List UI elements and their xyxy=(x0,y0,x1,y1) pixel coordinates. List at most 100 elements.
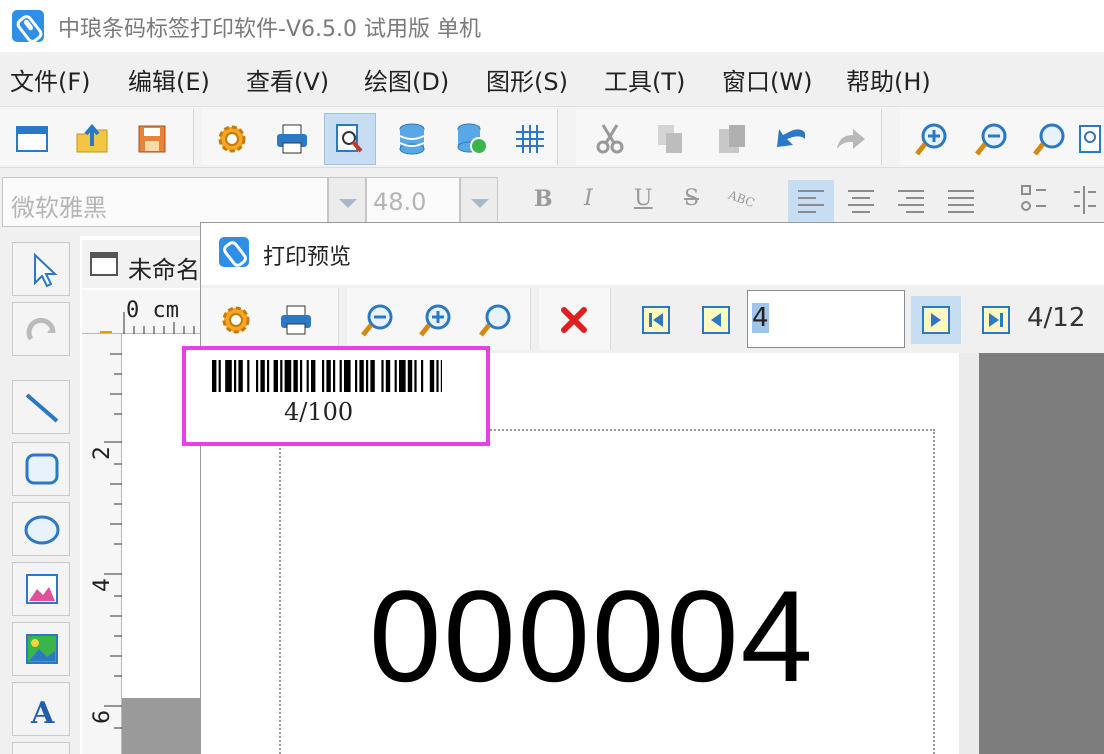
barcode-bar xyxy=(339,360,342,392)
barcode-bar xyxy=(284,360,292,392)
barcode-bar xyxy=(311,360,316,392)
cut-icon[interactable] xyxy=(584,113,636,165)
barcode-bar xyxy=(300,360,303,392)
zoom-out-icon[interactable] xyxy=(966,113,1018,165)
more-tools-icon[interactable] xyxy=(12,742,70,754)
barcode-bar xyxy=(267,360,270,392)
undo-icon[interactable] xyxy=(766,113,818,165)
print-preview-icon[interactable] xyxy=(324,113,376,165)
ellipse-tool-icon[interactable] xyxy=(12,502,70,556)
rotate-tool-icon[interactable] xyxy=(12,302,70,356)
bold-button[interactable]: B xyxy=(534,186,553,212)
last-page-icon[interactable] xyxy=(971,296,1021,344)
more-icon[interactable] xyxy=(1076,113,1104,165)
print-settings-icon[interactable] xyxy=(211,296,261,344)
barcode-bar xyxy=(366,360,369,392)
barcode-bar xyxy=(355,360,358,392)
document-tab[interactable]: 未命名 xyxy=(82,240,212,288)
font-size-dropdown-button[interactable] xyxy=(460,177,498,227)
previous-page-icon[interactable] xyxy=(691,296,741,344)
copy-icon[interactable] xyxy=(644,113,696,165)
line-tool-icon[interactable] xyxy=(12,380,70,434)
close-icon[interactable] xyxy=(549,296,599,344)
distribute-horizontal-icon[interactable] xyxy=(1012,180,1058,224)
barcode-bar xyxy=(326,360,331,392)
menu-file[interactable]: 文件(F) xyxy=(10,62,91,97)
next-page-icon[interactable] xyxy=(911,296,961,344)
strikethrough-button[interactable]: S xyxy=(684,186,699,211)
select-pointer-icon[interactable] xyxy=(12,242,70,296)
char-spacing-button[interactable]: ABC xyxy=(726,188,756,210)
paste-icon[interactable] xyxy=(706,113,758,165)
preview-background xyxy=(979,353,1104,754)
print-icon[interactable] xyxy=(271,296,321,344)
open-icon[interactable] xyxy=(66,113,118,165)
zoom-fit-icon[interactable] xyxy=(1024,113,1076,165)
zoom-out-icon[interactable] xyxy=(353,296,403,344)
toolbar-group-edit xyxy=(576,109,882,165)
page-number-value: 4 xyxy=(752,303,769,333)
underline-button[interactable]: U xyxy=(634,186,653,211)
svg-text:A: A xyxy=(30,696,55,731)
italic-button[interactable]: I xyxy=(584,186,593,211)
align-right-button[interactable] xyxy=(888,180,934,224)
rounded-rect-tool-icon[interactable] xyxy=(12,442,70,496)
main-toolbar xyxy=(0,106,1104,168)
barcode-bar xyxy=(385,360,391,392)
save-icon[interactable] xyxy=(126,113,178,165)
preview-title: 打印预览 xyxy=(263,245,352,270)
chevron-down-icon xyxy=(339,199,357,208)
barcode-bar xyxy=(280,360,283,392)
toolbar-group-file xyxy=(0,109,194,165)
barcode-bar xyxy=(293,360,298,392)
menu-edit[interactable]: 编辑(E) xyxy=(128,62,210,97)
align-justify-button[interactable] xyxy=(938,180,984,224)
menu-view[interactable]: 查看(V) xyxy=(246,62,329,97)
menu-help[interactable]: 帮助(H) xyxy=(846,62,931,97)
chevron-down-icon xyxy=(471,199,489,208)
first-page-icon[interactable] xyxy=(631,296,681,344)
menu-tools[interactable]: 工具(T) xyxy=(604,62,685,97)
canvas-background xyxy=(122,698,212,754)
barcode-bar xyxy=(247,360,250,392)
barcode-bar xyxy=(399,360,406,392)
horizontal-ruler: 0 cm xyxy=(82,290,212,334)
zoom-fit-icon[interactable] xyxy=(471,296,521,344)
barcode-bar xyxy=(225,360,232,392)
settings-gear-icon[interactable] xyxy=(206,113,258,165)
image-tool-icon[interactable] xyxy=(12,562,70,616)
page-number-input[interactable]: 4 xyxy=(747,290,905,348)
database-link-icon[interactable] xyxy=(446,113,498,165)
font-name-select[interactable]: 微软雅黑 xyxy=(2,177,328,227)
barcode-bar xyxy=(273,360,278,392)
zoom-in-icon[interactable] xyxy=(906,113,958,165)
barcode-bar xyxy=(306,360,309,392)
preview-scroll-gutter xyxy=(959,353,979,754)
grid-icon[interactable] xyxy=(504,113,556,165)
print-icon[interactable] xyxy=(266,113,318,165)
zoom-in-icon[interactable] xyxy=(411,296,461,344)
menu-shape[interactable]: 图形(S) xyxy=(486,62,568,97)
distribute-vertical-icon[interactable] xyxy=(1066,180,1104,224)
menu-window[interactable]: 窗口(W) xyxy=(722,62,812,97)
barcode-bar xyxy=(429,360,435,392)
align-left-button[interactable] xyxy=(788,180,834,224)
ruler-tick-label: 4 xyxy=(90,578,115,592)
app-logo-icon xyxy=(12,10,44,42)
barcode-bar xyxy=(344,360,351,392)
picture-tool-icon[interactable] xyxy=(12,622,70,676)
barcode-bar xyxy=(436,360,439,392)
menu-draw[interactable]: 绘图(D) xyxy=(364,62,449,97)
align-center-button[interactable] xyxy=(838,180,884,224)
font-size-select[interactable]: 48.0 xyxy=(366,177,460,227)
barcode-bar xyxy=(234,360,237,392)
toolbar-group-zoom xyxy=(900,109,1104,165)
vertical-ruler: 2 4 6 xyxy=(82,334,122,754)
document-window-icon xyxy=(90,252,118,276)
text-tool-icon[interactable]: A xyxy=(12,682,70,736)
redo-icon[interactable] xyxy=(824,113,876,165)
new-window-icon[interactable] xyxy=(6,113,58,165)
font-name-dropdown-button[interactable] xyxy=(328,177,366,227)
preview-title-bar: 打印预览 xyxy=(201,223,1104,285)
database-icon[interactable] xyxy=(386,113,438,165)
